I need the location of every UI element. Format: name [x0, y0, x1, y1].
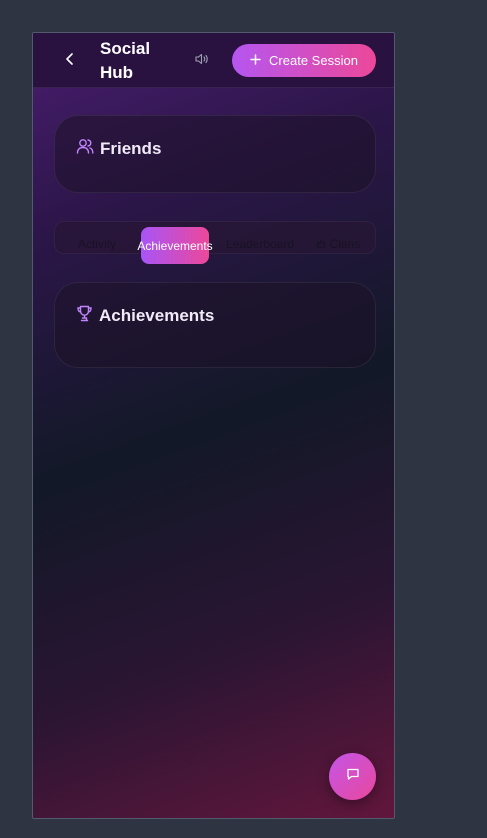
achievements-card: Achievements: [54, 282, 376, 368]
sound-toggle-button[interactable]: [192, 51, 212, 71]
chat-button[interactable]: [329, 753, 376, 800]
tab-achievements[interactable]: Achievements: [137, 227, 213, 264]
chat-icon: [346, 767, 360, 786]
create-session-label: Create Session: [269, 53, 358, 68]
plus-icon: [250, 53, 261, 68]
trophy-icon: [76, 305, 93, 327]
tab-activity[interactable]: Activity: [75, 227, 119, 260]
achievements-title: Achievements: [99, 306, 215, 325]
tab-activity-label: Activity: [77, 236, 116, 251]
back-button[interactable]: [57, 48, 83, 74]
friends-card-header: Friends: [76, 138, 161, 159]
app-window: Social Hub Create Session Friends Activi…: [32, 32, 395, 819]
tab-clans[interactable]: Clans: [312, 227, 364, 260]
page-title: Social Hub: [100, 39, 151, 82]
achievements-card-header: Achievements: [76, 305, 214, 327]
users-icon: [76, 138, 94, 159]
tab-leaderboard[interactable]: Leaderboard: [223, 227, 297, 260]
friends-card: Friends: [54, 115, 376, 193]
create-session-button[interactable]: Create Session: [232, 44, 376, 77]
tab-bar: Activity Leaderboard Clans Achievements: [54, 221, 376, 264]
top-bar: Social Hub Create Session: [33, 33, 394, 88]
chevron-left-icon: [65, 52, 75, 70]
tab-leaderboard-label: Leaderboard: [225, 236, 295, 251]
tab-clans-label: Clans: [329, 236, 361, 251]
friends-title: Friends: [100, 138, 162, 158]
tab-achievements-label: Achievements: [137, 238, 213, 253]
volume-icon: [195, 52, 209, 70]
crown-icon: [316, 237, 326, 251]
